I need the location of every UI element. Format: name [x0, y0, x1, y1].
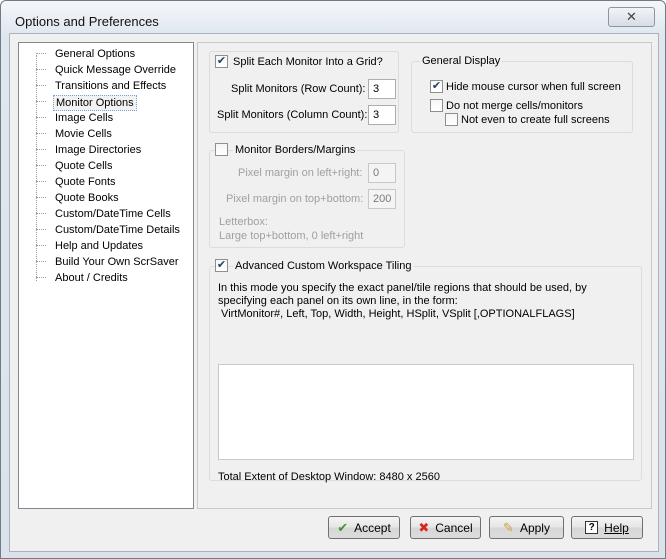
tiling-label: Advanced Custom Workspace Tiling	[233, 260, 414, 272]
monitor-options-panel: ✔ Split Each Monitor Into a Grid? Split …	[197, 42, 652, 509]
cancel-button[interactable]: ✖ Cancel	[410, 516, 481, 539]
check-icon: ✔	[431, 80, 442, 92]
letterbox-description: Large top+bottom, 0 left+right	[219, 230, 364, 242]
sidebar-item[interactable]: Help and Updates	[19, 238, 193, 254]
margin-left-right-input[interactable]: 0	[368, 163, 396, 183]
tree-branch-line	[36, 213, 46, 214]
sidebar-item[interactable]: Custom/DateTime Details	[19, 222, 193, 238]
sidebar-item[interactable]: Image Directories	[19, 142, 193, 158]
apply-label: Apply	[519, 520, 550, 535]
sidebar-item-label: Quote Books	[55, 192, 119, 204]
title-bar: Options and Preferences ✕	[1, 1, 665, 31]
sidebar-item[interactable]: Build Your Own ScrSaver	[19, 254, 193, 270]
sidebar-item-label: Monitor Options	[53, 95, 137, 111]
help-button[interactable]: ? Help	[571, 516, 643, 539]
sidebar-item-label: Build Your Own ScrSaver	[55, 256, 179, 268]
margin-left-right-label: Pixel margin on left+right:	[238, 167, 363, 179]
sidebar-item[interactable]: Movie Cells	[19, 126, 193, 142]
tiling-description-line2: specifying each panel on its own line, i…	[218, 295, 458, 307]
checkmark-icon: ✔	[337, 519, 349, 535]
accept-label: Accept	[354, 520, 391, 535]
check-icon: ✔	[216, 259, 227, 271]
sidebar-item-label: Help and Updates	[55, 240, 144, 252]
sidebar-item-label: Custom/DateTime Details	[55, 224, 180, 236]
close-button[interactable]: ✕	[608, 7, 655, 27]
row-count-input[interactable]: 3	[368, 79, 396, 99]
window-title: Options and Preferences	[15, 14, 159, 29]
sidebar-item-label: Image Directories	[55, 144, 142, 156]
sidebar-item[interactable]: Custom/DateTime Cells	[19, 206, 193, 222]
tree-branch-line	[36, 245, 46, 246]
sidebar-item[interactable]: Image Cells	[19, 110, 193, 126]
tiling-regions-textarea[interactable]	[218, 364, 634, 460]
tree-branch-line	[36, 101, 46, 102]
split-grid-label: Split Each Monitor Into a Grid?	[233, 56, 383, 68]
tree-branch-line	[36, 69, 46, 70]
cancel-label: Cancel	[435, 520, 473, 535]
hide-cursor-checkbox[interactable]: ✔	[430, 80, 443, 93]
sidebar-item[interactable]: Quote Books	[19, 190, 193, 206]
tree-branch-line	[36, 277, 46, 278]
hide-cursor-label: Hide mouse cursor when full screen	[446, 81, 621, 93]
sidebar-item[interactable]: Quote Cells	[19, 158, 193, 174]
options-tree[interactable]: General Options Quick Message Override Tra…	[18, 42, 194, 509]
cancel-x-icon: ✖	[418, 519, 430, 535]
sidebar-item[interactable]: Quote Fonts	[19, 174, 193, 190]
apply-button[interactable]: ✎ Apply	[489, 516, 564, 539]
sidebar-item-label: Quote Cells	[55, 160, 113, 172]
help-icon: ?	[585, 521, 599, 534]
margin-top-bottom-input[interactable]: 200	[368, 189, 396, 209]
tree-branch-line	[36, 53, 46, 54]
dialog-client-area: General Options Quick Message Override Tra…	[9, 33, 659, 552]
tiling-description-line1: In this mode you specify the exact panel…	[218, 282, 587, 294]
tree-branch-line	[36, 165, 46, 166]
no-merge-checkbox[interactable]	[430, 99, 443, 112]
row-count-label: Split Monitors (Row Count):	[231, 83, 366, 95]
pencil-icon: ✎	[503, 519, 514, 535]
tiling-checkbox[interactable]: ✔	[215, 259, 228, 272]
accept-button[interactable]: ✔ Accept	[328, 516, 400, 539]
tiling-description-format: VirtMonitor#, Left, Top, Width, Height, …	[218, 308, 575, 320]
not-even-label: Not even to create full screens	[461, 114, 610, 126]
tree-branch-line	[36, 85, 46, 86]
tree-branch-line	[36, 117, 46, 118]
borders-label: Monitor Borders/Margins	[233, 144, 358, 156]
tree-branch-line	[36, 133, 46, 134]
letterbox-title: Letterbox:	[219, 216, 268, 228]
not-even-checkbox[interactable]	[445, 113, 458, 126]
sidebar-item-label: General Options	[55, 48, 136, 60]
no-merge-label: Do not merge cells/monitors	[446, 100, 583, 112]
options-window: Options and Preferences ✕ General Option…	[0, 0, 666, 559]
sidebar-item[interactable]: About / Credits	[19, 270, 193, 286]
sidebar-item-label: Transitions and Effects	[55, 80, 167, 92]
column-count-label: Split Monitors (Column Count):	[217, 109, 368, 121]
general-display-title: General Display	[420, 55, 503, 67]
close-icon: ✕	[626, 9, 637, 24]
sidebar-item-label: About / Credits	[55, 272, 128, 284]
borders-checkbox[interactable]	[215, 143, 228, 156]
sidebar-item[interactable]: Transitions and Effects	[19, 78, 193, 94]
check-icon: ✔	[216, 55, 227, 67]
column-count-input[interactable]: 3	[368, 105, 396, 125]
help-label: Help	[604, 520, 629, 535]
split-grid-checkbox[interactable]: ✔	[215, 55, 228, 68]
sidebar-item[interactable]: General Options	[19, 46, 193, 62]
tree-branch-line	[36, 261, 46, 262]
tree-branch-line	[36, 197, 46, 198]
sidebar-item-label: Quote Fonts	[55, 176, 116, 188]
tree-branch-line	[36, 229, 46, 230]
sidebar-item[interactable]: Quick Message Override	[19, 62, 193, 78]
sidebar-item-label: Movie Cells	[55, 128, 112, 140]
tree-branch-line	[36, 149, 46, 150]
sidebar-item-label: Image Cells	[55, 112, 114, 124]
sidebar-item[interactable]: Monitor Options	[19, 94, 193, 111]
tree-branch-line	[36, 181, 46, 182]
desktop-extent-label: Total Extent of Desktop Window: 8480 x 2…	[218, 471, 440, 483]
margin-top-bottom-label: Pixel margin on top+bottom:	[226, 193, 364, 205]
sidebar-item-label: Custom/DateTime Cells	[55, 208, 171, 220]
sidebar-item-label: Quick Message Override	[55, 64, 177, 76]
